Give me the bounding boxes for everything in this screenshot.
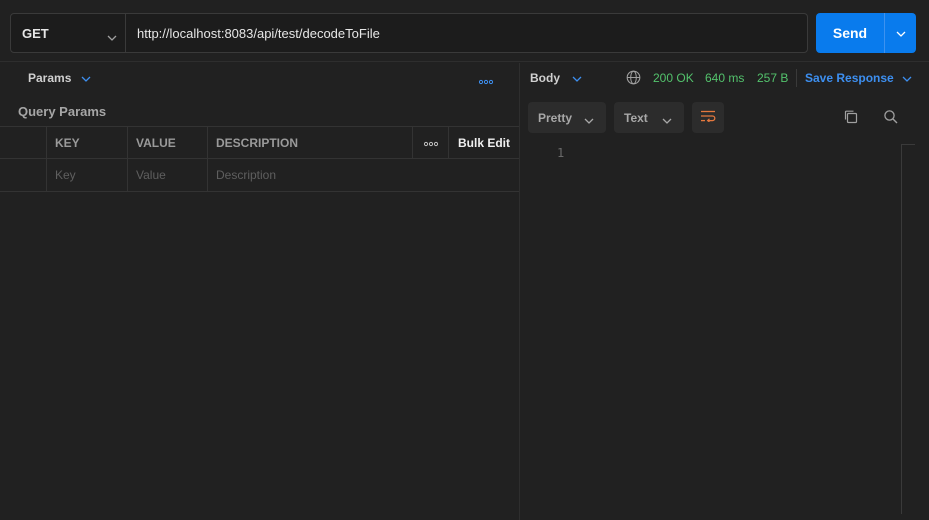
wrap-lines-button[interactable] <box>692 102 724 133</box>
globe-icon[interactable] <box>626 70 641 90</box>
more-horizontal-icon[interactable] <box>478 72 494 90</box>
method-label: GET <box>22 25 49 41</box>
value-input[interactable]: Value <box>127 159 207 191</box>
response-time[interactable]: 640 ms <box>705 71 744 85</box>
tab-params-label: Params <box>28 71 72 85</box>
chevron-down-icon <box>896 24 906 42</box>
chevron-down-icon <box>584 113 594 127</box>
query-params-title: Query Params <box>18 104 107 119</box>
search-icon[interactable] <box>883 109 899 130</box>
request-url-box: GET http://localhost:8083/api/test/decod… <box>10 13 808 53</box>
url-input[interactable]: http://localhost:8083/api/test/decodeToF… <box>137 14 380 52</box>
table-row: Key Value Description <box>0 159 519 192</box>
tab-body[interactable]: Body <box>530 71 582 85</box>
key-input[interactable]: Key <box>46 159 127 191</box>
response-size[interactable]: 257 B <box>757 71 788 85</box>
copy-icon[interactable] <box>843 109 859 130</box>
column-options-button[interactable] <box>412 127 448 159</box>
wrap-lines-icon <box>700 110 716 125</box>
status-code[interactable]: 200 OK <box>653 71 694 85</box>
checkbox-column-header <box>0 127 46 159</box>
params-pane: Params Query Params KEY VALUE DESCRIPTIO… <box>0 63 519 520</box>
scrollbar-cap <box>901 144 915 145</box>
bulk-edit-button[interactable]: Bulk Edit <box>448 127 519 159</box>
response-pane: Body 200 OK 640 ms 257 B Save Response P… <box>520 63 929 520</box>
save-response-label: Save Response <box>805 71 894 85</box>
send-options-button[interactable] <box>884 13 916 53</box>
format-select[interactable]: Pretty <box>528 102 606 133</box>
tab-params[interactable]: Params <box>28 71 91 85</box>
row-checkbox-cell <box>0 159 46 191</box>
send-button[interactable]: Send <box>816 13 884 53</box>
chevron-down-icon <box>572 71 582 85</box>
tab-body-label: Body <box>530 71 560 85</box>
chevron-down-icon <box>81 71 91 85</box>
send-button-group: Send <box>816 13 916 53</box>
type-select[interactable]: Text <box>614 102 684 133</box>
description-input[interactable]: Description <box>207 159 519 191</box>
params-table: KEY VALUE DESCRIPTION Bulk Edit Key Valu… <box>0 126 519 192</box>
key-column-header: KEY <box>46 127 127 159</box>
method-select[interactable]: GET <box>11 14 126 52</box>
value-column-header: VALUE <box>127 127 207 159</box>
chevron-down-icon <box>902 71 912 85</box>
separator <box>796 69 797 87</box>
save-response-button[interactable]: Save Response <box>805 71 912 85</box>
response-scrollbar[interactable] <box>901 144 902 514</box>
chevron-down-icon <box>662 113 672 127</box>
request-bar: GET http://localhost:8083/api/test/decod… <box>0 0 929 62</box>
format-label: Pretty <box>538 110 573 125</box>
more-horizontal-icon <box>423 136 438 150</box>
chevron-down-icon <box>107 28 117 46</box>
table-header-row: KEY VALUE DESCRIPTION Bulk Edit <box>0 126 519 159</box>
line-number: 1 <box>557 146 565 160</box>
description-column-header: DESCRIPTION <box>207 127 412 159</box>
type-label: Text <box>624 110 648 125</box>
